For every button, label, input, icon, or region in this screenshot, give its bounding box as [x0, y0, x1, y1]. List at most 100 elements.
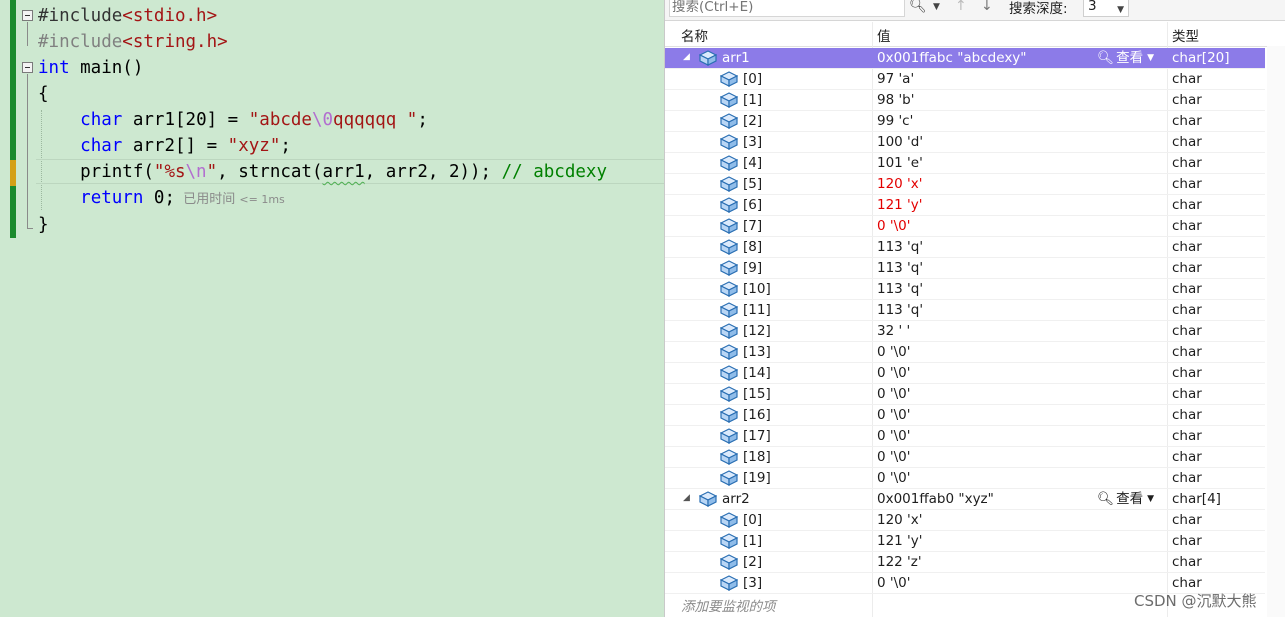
watch-type-cell: char — [1172, 449, 1202, 465]
watch-name-cell: [3] — [743, 134, 763, 150]
search-input[interactable] — [669, 0, 905, 17]
watch-row-element[interactable]: [4] 101 'e' char — [665, 153, 1265, 174]
code-line-include1[interactable]: #include<stdio.h> — [38, 3, 217, 29]
watch-type-cell: char — [1172, 344, 1202, 360]
watch-type-cell: char — [1172, 386, 1202, 402]
watermark: CSDN @沉默大熊 — [1134, 592, 1257, 610]
watch-value-cell: 98 'b' — [877, 92, 915, 108]
search-options-dropdown-icon[interactable]: ▼ — [933, 2, 940, 12]
watch-name-cell: [2] — [743, 113, 763, 129]
watch-value-cell: 0 '\0' — [877, 407, 911, 423]
watch-row-element[interactable]: [6] 121 'y' char — [665, 195, 1265, 216]
watch-row-element[interactable]: [12] 32 ' ' char — [665, 321, 1265, 342]
watch-type-cell: char — [1172, 155, 1202, 171]
search-depth-select[interactable]: 3 ▼ — [1083, 0, 1129, 17]
code-token: return — [80, 188, 144, 208]
watch-row-element[interactable]: [0] 97 'a' char — [665, 69, 1265, 90]
watch-row-element[interactable]: [10] 113 'q' char — [665, 279, 1265, 300]
code-line-brace-open[interactable]: { — [38, 81, 49, 107]
code-token: \0 — [311, 110, 334, 130]
elapsed-time-hint: 已用时间 <= 1ms — [175, 192, 285, 207]
watch-row-arr2[interactable]: ◢ arr2 0x001ffab0 "xyz" 🔍︎ 查看 ▼ char[4] — [665, 489, 1265, 510]
expand-collapse-icon[interactable]: ◢ — [683, 52, 690, 62]
code-token: int — [38, 58, 70, 78]
expand-collapse-icon[interactable]: ◢ — [683, 493, 690, 503]
watch-row-element[interactable]: [1] 121 'y' char — [665, 531, 1265, 552]
watch-value-cell: 0 '\0' — [877, 470, 911, 486]
collapse-main-icon[interactable] — [22, 62, 33, 73]
find-next-icon[interactable]: ↓ — [981, 0, 993, 14]
chevron-down-icon[interactable]: ▼ — [1147, 494, 1154, 504]
watch-value-cell: 101 'e' — [877, 155, 923, 171]
watch-row-element[interactable]: [8] 113 'q' char — [665, 237, 1265, 258]
watch-value-cell: 0 '\0' — [877, 428, 911, 444]
code-editor[interactable]: #include<stdio.h> #include<string.h> int m… — [0, 0, 664, 617]
code-line-arr2[interactable]: char arr2[] = "xyz"; — [38, 133, 291, 159]
vertical-scrollbar[interactable] — [1267, 46, 1285, 617]
watch-row-element[interactable]: [2] 122 'z' char — [665, 552, 1265, 573]
watch-value-cell: 120 'x' — [877, 512, 923, 528]
watch-row-element[interactable]: [1] 98 'b' char — [665, 90, 1265, 111]
variable-object-icon — [719, 344, 739, 360]
watch-type-cell: char — [1172, 176, 1202, 192]
watch-name-cell: [1] — [743, 533, 763, 549]
code-token: arr1 — [322, 162, 365, 182]
variable-object-icon — [719, 92, 739, 108]
code-line-return[interactable]: return 0; 已用时间 <= 1ms — [38, 185, 285, 211]
watch-row-element[interactable]: [17] 0 '\0' char — [665, 426, 1265, 447]
variable-object-icon — [719, 554, 739, 570]
watch-row-element[interactable]: [13] 0 '\0' char — [665, 342, 1265, 363]
watch-row-element[interactable]: [16] 0 '\0' char — [665, 405, 1265, 426]
watch-row-element[interactable]: [19] 0 '\0' char — [665, 468, 1265, 489]
variable-object-icon — [719, 260, 739, 276]
code-token: "abcde — [248, 110, 312, 130]
watch-row-element[interactable]: [7] 0 '\0' char — [665, 216, 1265, 237]
watch-row-element[interactable]: [15] 0 '\0' char — [665, 384, 1265, 405]
watch-row-element[interactable]: [9] 113 'q' char — [665, 258, 1265, 279]
code-line-printf[interactable]: printf("%s\n", strncat(arr1, arr2, 2)); … — [38, 159, 607, 185]
watch-row-element[interactable]: [2] 99 'c' char — [665, 111, 1265, 132]
code-token: #include — [38, 6, 123, 26]
collapse-include-icon[interactable] — [22, 10, 33, 21]
watch-value-cell: 0 '\0' — [877, 386, 911, 402]
view-visualizer-button[interactable]: 🔍︎ 查看 ▼ — [1097, 490, 1154, 509]
watch-row-arr1[interactable]: ◢ arr1 0x001ffabc "abcdexy" 🔍︎ 查看 ▼ char[20] — [665, 48, 1265, 69]
view-visualizer-button[interactable]: 🔍︎ 查看 ▼ — [1097, 49, 1154, 68]
code-line-include2[interactable]: #include<string.h> — [38, 29, 228, 55]
code-token: // abcdexy — [501, 162, 607, 182]
variable-object-icon — [719, 428, 739, 444]
code-line-main[interactable]: int main() — [38, 55, 143, 81]
elapsed-time-value: <= 1ms — [239, 193, 285, 206]
code-token: char — [80, 136, 123, 156]
watch-value-cell: 113 'q' — [877, 302, 924, 318]
watch-name-cell: arr1 — [722, 50, 750, 66]
search-icon[interactable]: 🔍︎ — [909, 0, 927, 14]
code-line-arr1[interactable]: char arr1[20] = "abcde\0qqqqqq "; — [38, 107, 428, 133]
watch-name-cell: [0] — [743, 71, 763, 87]
watch-row-element[interactable]: [5] 120 'x' char — [665, 174, 1265, 195]
column-header-type[interactable]: 类型 — [1172, 25, 1199, 45]
watch-row-element[interactable]: [0] 120 'x' char — [665, 510, 1265, 531]
code-token: } — [38, 215, 49, 235]
watch-row-element[interactable]: [14] 0 '\0' char — [665, 363, 1265, 384]
watch-row-element[interactable]: [18] 0 '\0' char — [665, 447, 1265, 468]
column-header-value[interactable]: 值 — [877, 25, 891, 45]
code-token: printf( — [38, 162, 154, 182]
code-token: main() — [69, 58, 144, 78]
watch-type-cell: char — [1172, 470, 1202, 486]
watch-type-cell: char — [1172, 260, 1202, 276]
column-header-name[interactable]: 名称 — [681, 25, 708, 45]
watch-name-cell: [19] — [743, 470, 771, 486]
watch-row-element[interactable]: [11] 113 'q' char — [665, 300, 1265, 321]
chevron-down-icon[interactable]: ▼ — [1147, 53, 1154, 63]
watch-row-element[interactable]: [3] 100 'd' char — [665, 132, 1265, 153]
watch-type-cell: char — [1172, 428, 1202, 444]
code-line-brace-close[interactable]: } — [38, 212, 49, 238]
watch-name-cell: [7] — [743, 218, 763, 234]
change-bar-unsaved — [10, 160, 16, 186]
add-watch-item[interactable]: 添加要监视的项 — [681, 595, 776, 615]
search-depth-value: 3 — [1088, 0, 1097, 14]
find-previous-icon[interactable]: ↑ — [955, 0, 967, 14]
watch-type-cell: char — [1172, 533, 1202, 549]
watch-name-cell: [17] — [743, 428, 771, 444]
